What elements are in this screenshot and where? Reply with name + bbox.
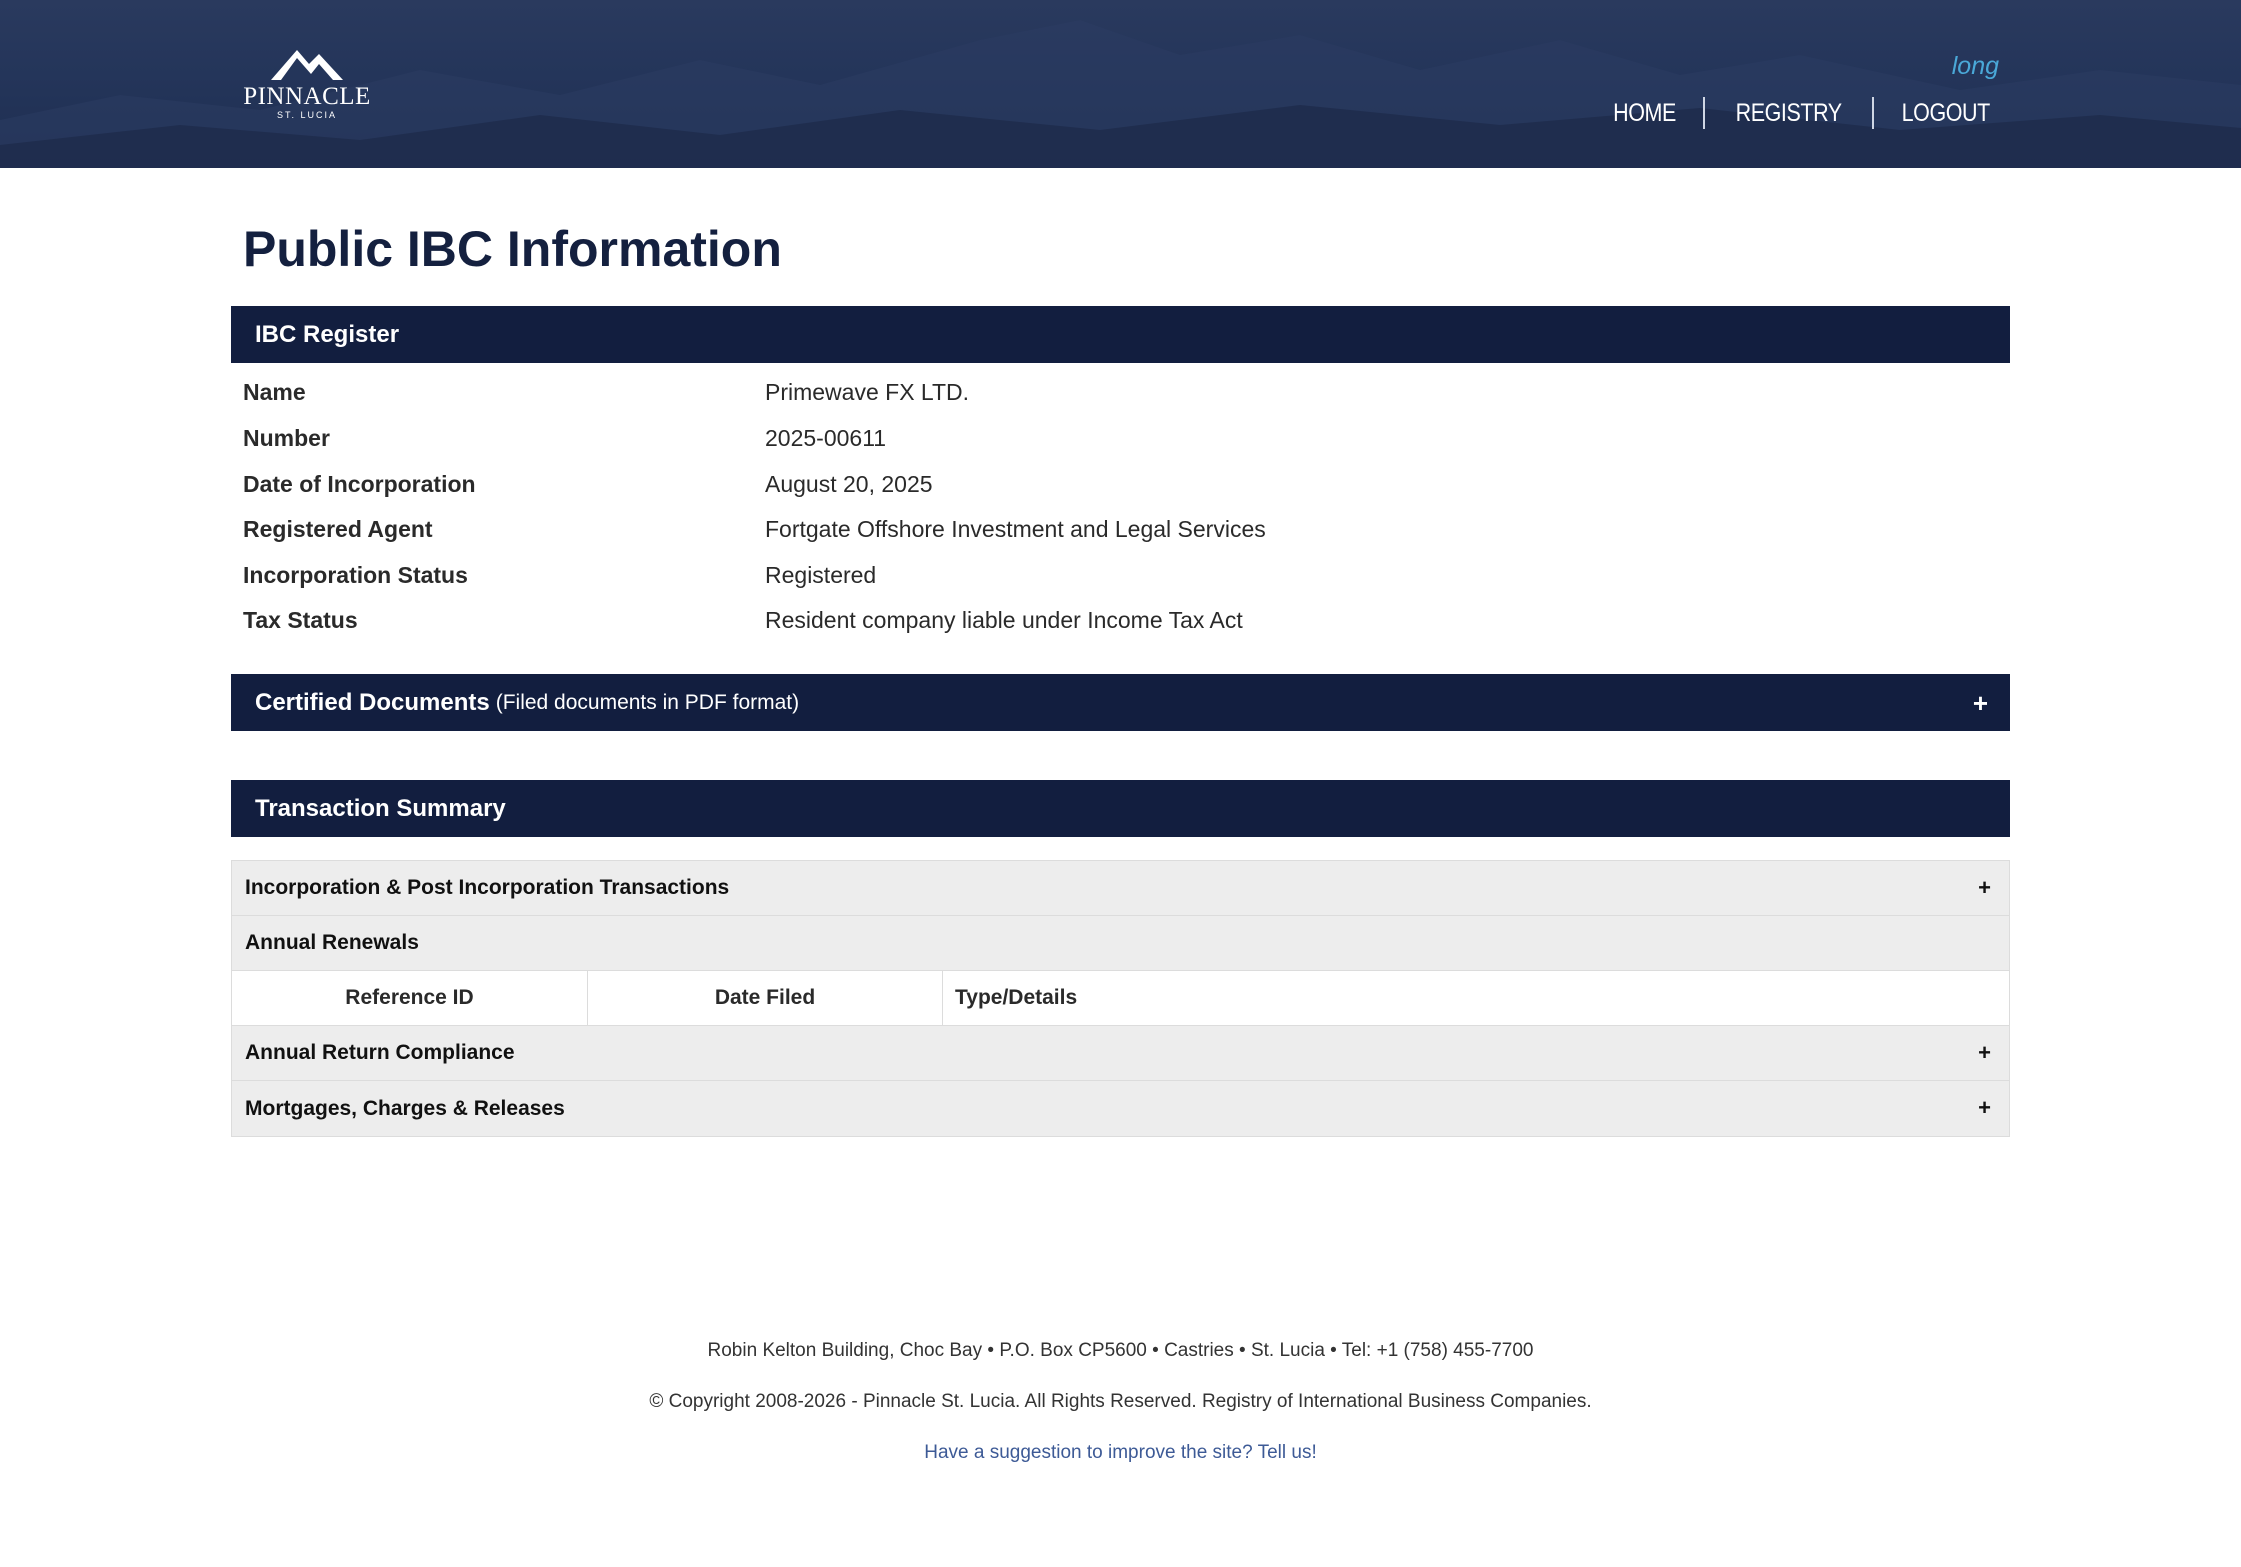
mortgages-charges-toggle[interactable]: Mortgages, Charges & Releases + <box>232 1081 2009 1136</box>
certified-documents-title: Certified Documents <box>255 688 490 716</box>
register-value: 2025-00611 <box>765 424 887 451</box>
register-label: Name <box>243 378 306 405</box>
footer-address: Robin Kelton Building, Choc Bay • P.O. B… <box>707 1340 1534 1361</box>
section-label: Annual Return Compliance <box>245 1041 515 1064</box>
certified-documents-toggle[interactable]: Certified Documents (Filed documents in … <box>231 674 2010 731</box>
register-value: Resident company liable under Income Tax… <box>765 606 1243 633</box>
nav-registry[interactable]: REGISTRY <box>1717 96 1861 130</box>
register-row-tax-status: Tax Status Resident company liable under… <box>243 600 1943 640</box>
register-label: Date of Incorporation <box>243 470 476 497</box>
register-value: Fortgate Offshore Investment and Legal S… <box>765 515 1266 542</box>
register-row-date-of-incorporation: Date of Incorporation August 20, 2025 <box>243 464 1943 504</box>
nav-divider <box>1703 97 1706 129</box>
annual-renewals-header: Annual Renewals <box>232 916 2009 971</box>
column-header-reference-id: Reference ID <box>232 971 588 1025</box>
register-label: Incorporation Status <box>243 561 468 588</box>
nav-home[interactable]: HOME <box>1594 96 1695 130</box>
section-label: Incorporation & Post Incorporation Trans… <box>245 876 730 899</box>
annual-return-compliance-toggle[interactable]: Annual Return Compliance + <box>232 1026 2009 1081</box>
expand-icon: + <box>1972 688 1988 718</box>
expand-icon: + <box>1978 1040 1991 1065</box>
column-header-date-filed: Date Filed <box>588 971 943 1025</box>
register-label: Number <box>243 424 330 451</box>
register-row-number: Number 2025-00611 <box>243 418 1943 458</box>
register-label: Tax Status <box>243 606 358 633</box>
table-header-row: Reference ID Date Filed Type/Details <box>232 971 2009 1026</box>
incorporation-transactions-toggle[interactable]: Incorporation & Post Incorporation Trans… <box>232 861 2009 916</box>
ibc-register-title: IBC Register <box>255 320 400 348</box>
logo-subtext: ST. LUCIA <box>276 110 337 120</box>
footer-copyright: © Copyright 2008-2026 - Pinnacle St. Luc… <box>649 1391 1592 1412</box>
expand-icon: + <box>1978 875 1991 900</box>
mountain-logo-icon <box>271 50 343 80</box>
logo-text: PINNACLE <box>243 83 371 110</box>
nav-logout[interactable]: LOGOUT <box>1883 96 1991 130</box>
register-row-incorporation-status: Incorporation Status Registered <box>243 555 1943 595</box>
register-row-name: Name Primewave FX LTD. <box>243 372 1943 412</box>
footer-suggestion: Have a suggestion to improve the site? T… <box>0 1442 2241 1464</box>
transaction-summary-title: Transaction Summary <box>255 794 506 822</box>
nav-divider <box>1872 97 1875 129</box>
register-value: Primewave FX LTD. <box>765 378 970 405</box>
transaction-summary-header: Transaction Summary <box>231 780 2010 837</box>
ibc-register-header: IBC Register <box>231 306 2010 363</box>
register-label: Registered Agent <box>243 515 433 542</box>
section-label: Mortgages, Charges & Releases <box>245 1096 565 1120</box>
transaction-table: Incorporation & Post Incorporation Trans… <box>231 860 2010 1137</box>
page-title: Public IBC Information <box>243 221 782 277</box>
site-header: PINNACLE ST. LUCIA long HOME REGISTRY LO… <box>0 0 2241 168</box>
section-label: Annual Renewals <box>245 931 419 954</box>
register-row-registered-agent: Registered Agent Fortgate Offshore Inves… <box>243 509 1943 549</box>
username[interactable]: long <box>1952 52 1999 81</box>
pinnacle-logo[interactable]: PINNACLE ST. LUCIA <box>241 46 373 126</box>
register-value: Registered <box>765 561 877 588</box>
register-value: August 20, 2025 <box>765 470 933 497</box>
main-nav: HOME REGISTRY LOGOUT <box>1586 96 1999 130</box>
certified-documents-subtitle: (Filed documents in PDF format) <box>495 690 800 714</box>
expand-icon: + <box>1978 1095 1991 1120</box>
column-header-type-details: Type/Details <box>955 986 1078 1009</box>
suggestion-link[interactable]: Have a suggestion to improve the site? T… <box>924 1442 1317 1463</box>
